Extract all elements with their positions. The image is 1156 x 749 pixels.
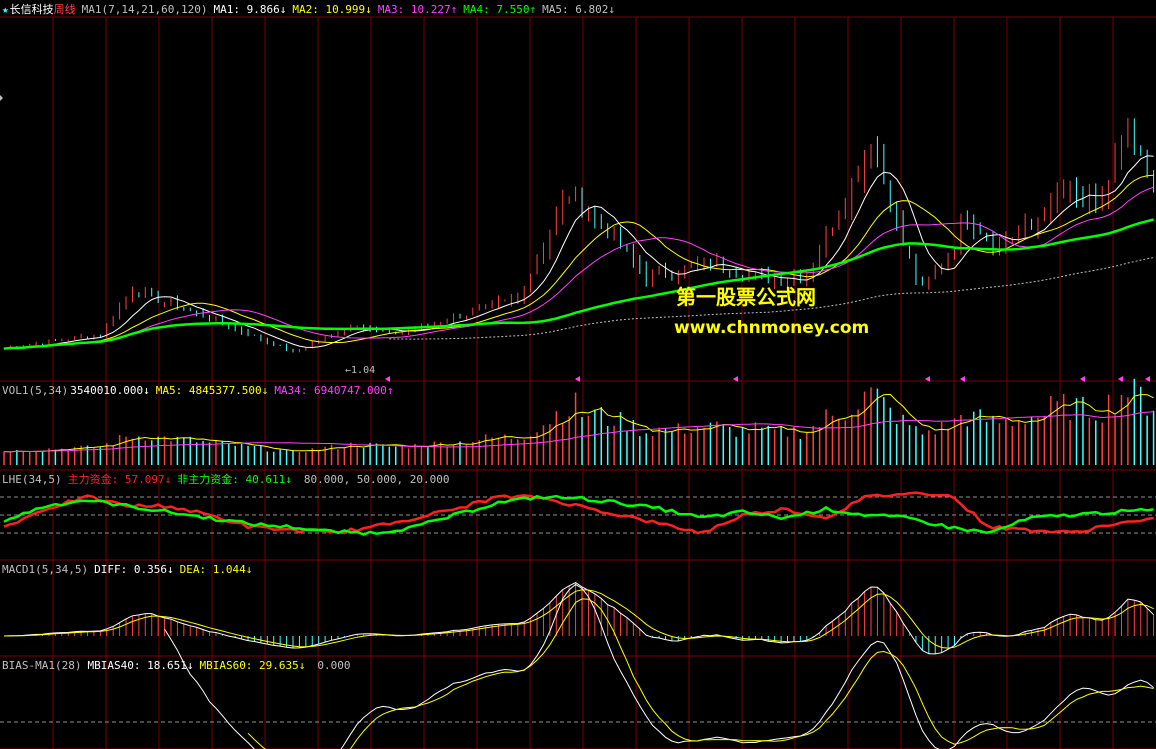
bias-item-1: MBIAS60: 29.635↓	[199, 659, 306, 672]
bias-values: MBIAS40: 18.651↓ MBIAS60: 29.635↓	[87, 659, 311, 672]
ma-values: MA1: 9.866↓ MA2: 10.999↓ MA3: 10.227↑ MA4: …	[213, 3, 621, 16]
stock-name: 长信科技	[9, 3, 54, 16]
macd-dea-line	[3, 589, 1154, 649]
bias-item-0: MBIAS40: 18.651↓	[87, 659, 194, 672]
vol-panel-header: VOL1(5,34) 3540010.000↓ MA5: 4845377.500↓ M…	[2, 384, 406, 398]
bias-panel-header: BIAS-MA1(28) MBIAS40: 18.651↓ MBIAS60: 29.…	[2, 659, 357, 673]
macd-item-0: DIFF: 0.356↓	[94, 563, 174, 576]
macd-values: DIFF: 0.356↓ DEA: 1.044↓	[94, 563, 258, 576]
low-price-marker: ←1.04	[345, 365, 376, 376]
period-label: 周线	[53, 3, 76, 16]
low-price-value: 1.04	[351, 365, 376, 376]
vol-item-0: 3540010.000↓	[70, 384, 150, 397]
ma4-line	[3, 218, 1154, 350]
star-icon: ★	[2, 3, 9, 16]
ma-item-3: MA4: 7.550↑	[463, 3, 537, 16]
vol-item-1: MA5: 4845377.500↓	[155, 384, 269, 397]
ma2-line	[3, 174, 1154, 350]
macd-diff-line	[3, 582, 1154, 655]
lhe-title: LHE(34,5)	[2, 473, 62, 486]
watermark-title: 第一股票公式网	[676, 285, 816, 309]
ma-item-0: MA1: 9.866↓	[213, 3, 287, 16]
ma-item-2: MA3: 10.227↑	[377, 3, 458, 16]
lhe-panel-header: LHE(34,5) 主力资金: 57.097↓ 非主力资金: 40.611↓ 80.0…	[2, 473, 456, 487]
lhe-levels: 80.000, 50.000, 20.000	[303, 473, 450, 486]
bias-zero: 0.000	[317, 659, 351, 672]
vol-values: 3540010.000↓ MA5: 4845377.500↓ MA34: 69407…	[70, 384, 399, 397]
left-edge-icon	[0, 95, 3, 101]
ma-item-1: MA2: 10.999↓	[292, 3, 372, 16]
stock-chart	[0, 16, 1156, 749]
vol-title: VOL1(5,34)	[2, 384, 69, 397]
watermark-url: www.chnmoney.com	[674, 318, 870, 338]
ma1-line	[3, 155, 1154, 350]
lhe-values: 主力资金: 57.097↓ 非主力资金: 40.611↓	[68, 473, 298, 486]
macd-item-1: DEA: 1.044↓	[179, 563, 253, 576]
ma-param: MA1(7,14,21,60,120)	[81, 3, 208, 16]
macd-title: MACD1(5,34,5)	[2, 563, 89, 576]
main-panel-header: ★长信科技周线 MA1(7,14,21,60,120) MA1: 9.866↓ MA2…	[2, 3, 627, 17]
vol-item-2: MA34: 6940747.000↑	[274, 384, 394, 397]
macd-panel-header: MACD1(5,34,5) DIFF: 0.356↓ DEA: 1.044↓	[2, 563, 264, 577]
vol-ma5-line	[3, 393, 1154, 453]
bias-mbias60-line	[247, 598, 1154, 749]
ma-item-4: MA5: 6.802↓	[542, 3, 616, 16]
lhe-item-1: 非主力资金: 40.611↓	[177, 473, 292, 486]
vol-ma34-line	[3, 411, 1154, 453]
bias-title: BIAS-MA1(28)	[2, 659, 82, 672]
lhe-item-0: 主力资金: 57.097↓	[67, 473, 172, 486]
